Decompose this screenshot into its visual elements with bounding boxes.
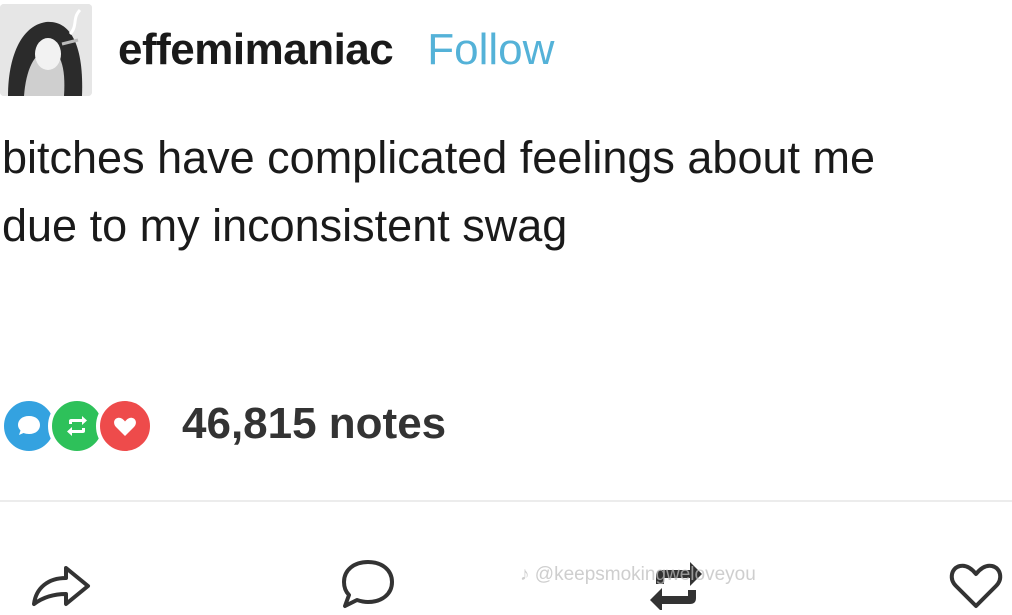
avatar[interactable]: [0, 4, 92, 96]
post-header: effemimaniac Follow: [0, 4, 554, 96]
reply-button[interactable]: [336, 550, 400, 610]
post-body: bitches have complicated feelings about …: [2, 124, 1012, 260]
share-button[interactable]: [28, 550, 92, 610]
post-body-line: bitches have complicated feelings about …: [2, 132, 876, 183]
like-button[interactable]: [944, 550, 1008, 610]
follow-button[interactable]: Follow: [427, 25, 554, 75]
avatar-drawing-icon: [0, 4, 92, 96]
tumblr-post: effemimaniac Follow bitches have complic…: [0, 0, 1012, 612]
like-note-icon: [96, 397, 154, 455]
share-icon: [32, 566, 90, 606]
post-body-line: due to my inconsistent swag: [2, 200, 568, 251]
note-icons: [0, 394, 168, 455]
watermark: ♪ @keepsmokingweloveyou: [520, 564, 756, 585]
post-action-bar: [0, 540, 1012, 612]
like-icon: [949, 563, 1003, 608]
divider: [0, 500, 1012, 502]
note-count[interactable]: 46,815 notes: [182, 399, 446, 449]
notes-summary[interactable]: 46,815 notes: [0, 394, 446, 455]
reply-icon: [342, 560, 394, 608]
username[interactable]: effemimaniac: [118, 25, 394, 75]
